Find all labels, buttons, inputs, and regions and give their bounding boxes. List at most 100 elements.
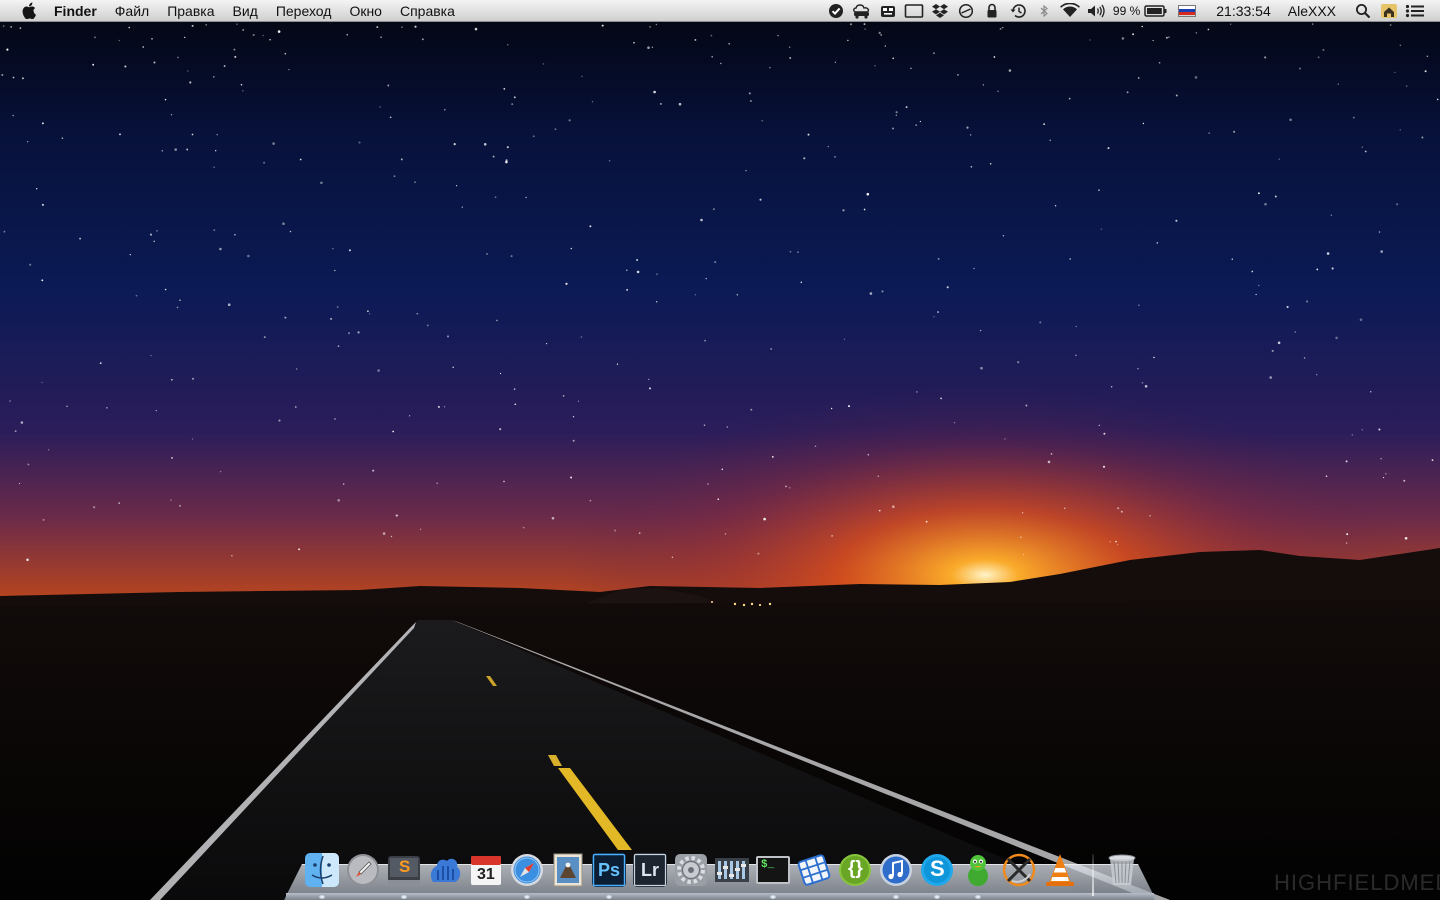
- star: [124, 65, 127, 68]
- sync-circle-icon[interactable]: [953, 0, 979, 22]
- star: [330, 317, 333, 320]
- menu-go[interactable]: Переход: [267, 0, 341, 22]
- star: [570, 476, 573, 479]
- star: [807, 133, 810, 136]
- wifi-icon[interactable]: [1057, 0, 1083, 22]
- star: [20, 421, 24, 424]
- star: [1089, 39, 1091, 41]
- star: [1351, 434, 1354, 436]
- menu-user-name[interactable]: AleXXX: [1280, 0, 1350, 22]
- apple-menu-icon[interactable]: [8, 0, 48, 22]
- robot-face-icon[interactable]: [875, 0, 901, 22]
- star: [333, 417, 337, 421]
- star: [1277, 341, 1281, 345]
- star: [106, 407, 108, 409]
- star: [1, 73, 4, 77]
- spotlight-icon[interactable]: [1350, 0, 1376, 22]
- star: [1399, 44, 1401, 46]
- star: [358, 141, 361, 144]
- star: [189, 81, 192, 84]
- star: [503, 88, 506, 90]
- star: [184, 36, 186, 39]
- dock-finder-icon[interactable]: [304, 852, 340, 888]
- star: [843, 338, 846, 340]
- star: [892, 57, 895, 60]
- dock-terminal-icon[interactable]: $_: [755, 852, 791, 888]
- star: [153, 61, 156, 64]
- dock-lightroom-icon[interactable]: Lr: [632, 852, 668, 888]
- star: [170, 499, 172, 501]
- menu-clock[interactable]: 21:33:54: [1204, 0, 1280, 22]
- star: [1107, 147, 1110, 150]
- bluetooth-icon[interactable]: [1031, 0, 1057, 22]
- checkmark-shield-icon[interactable]: [823, 0, 849, 22]
- star: [395, 514, 398, 517]
- menu-app-finder[interactable]: Finder: [48, 0, 106, 22]
- time-machine-icon[interactable]: [1005, 0, 1031, 22]
- star: [757, 552, 760, 555]
- notification-list-icon[interactable]: [1402, 0, 1428, 22]
- star: [507, 44, 509, 46]
- star: [191, 133, 194, 136]
- star: [1278, 158, 1280, 160]
- dock-adium-icon[interactable]: [960, 852, 996, 888]
- dock-cyberduck-icon[interactable]: [427, 852, 463, 888]
- star: [510, 255, 513, 258]
- star: [937, 257, 940, 260]
- star: [633, 41, 635, 44]
- star: [263, 336, 266, 339]
- star: [215, 150, 217, 152]
- display-icon[interactable]: [901, 0, 927, 22]
- cloud-car-icon[interactable]: [849, 0, 875, 22]
- star: [1008, 69, 1012, 72]
- star: [979, 329, 982, 332]
- star: [1020, 536, 1022, 538]
- dock-vlc-icon[interactable]: [1042, 852, 1078, 888]
- volume-icon[interactable]: [1083, 0, 1109, 22]
- dock-sublime-text-icon[interactable]: S: [386, 852, 422, 888]
- menu-help[interactable]: Справка: [391, 0, 464, 22]
- dock-crossover-icon[interactable]: [1001, 852, 1037, 888]
- star: [710, 34, 713, 37]
- star: [1404, 537, 1408, 540]
- menu-file[interactable]: Файл: [106, 0, 158, 22]
- home-icon[interactable]: [1376, 0, 1402, 22]
- star: [1039, 321, 1042, 324]
- star: [1156, 242, 1159, 244]
- sublime-glyph: S: [399, 857, 411, 876]
- menu-window[interactable]: Окно: [340, 0, 391, 22]
- star: [750, 408, 753, 411]
- battery-icon[interactable]: [1142, 0, 1170, 22]
- star: [514, 403, 517, 406]
- dock-brackets-icon[interactable]: {}: [837, 852, 873, 888]
- star: [278, 419, 281, 422]
- star: [542, 63, 545, 65]
- dock-mixer-icon[interactable]: [714, 852, 750, 888]
- star: [18, 482, 21, 485]
- star: [129, 254, 131, 256]
- star: [156, 230, 158, 232]
- lock-icon[interactable]: [979, 0, 1005, 22]
- dock-photoshop-icon[interactable]: Ps: [591, 852, 627, 888]
- russian-flag-icon[interactable]: [1178, 4, 1197, 17]
- menu-view[interactable]: Вид: [224, 0, 267, 22]
- dock-preview-icon[interactable]: [550, 852, 586, 888]
- dock-skype-icon[interactable]: S: [919, 852, 955, 888]
- dock-system-preferences-icon[interactable]: [673, 852, 709, 888]
- dock-safari-icon[interactable]: [509, 852, 545, 888]
- star: [1117, 507, 1120, 510]
- star: [771, 456, 774, 458]
- dock-launchpad-icon[interactable]: [345, 852, 381, 888]
- star: [453, 143, 456, 146]
- menu-edit[interactable]: Правка: [158, 0, 223, 22]
- dock-webmoney-icon[interactable]: [796, 852, 832, 888]
- star: [867, 453, 870, 456]
- star: [219, 247, 222, 251]
- star: [649, 26, 651, 28]
- dock-calendar-icon[interactable]: 31: [468, 852, 504, 888]
- dropbox-icon[interactable]: [927, 0, 953, 22]
- dock-trash-icon[interactable]: [1104, 852, 1140, 888]
- dock-itunes-icon[interactable]: [878, 852, 914, 888]
- desktop[interactable]: [0, 0, 1440, 900]
- star: [416, 312, 419, 315]
